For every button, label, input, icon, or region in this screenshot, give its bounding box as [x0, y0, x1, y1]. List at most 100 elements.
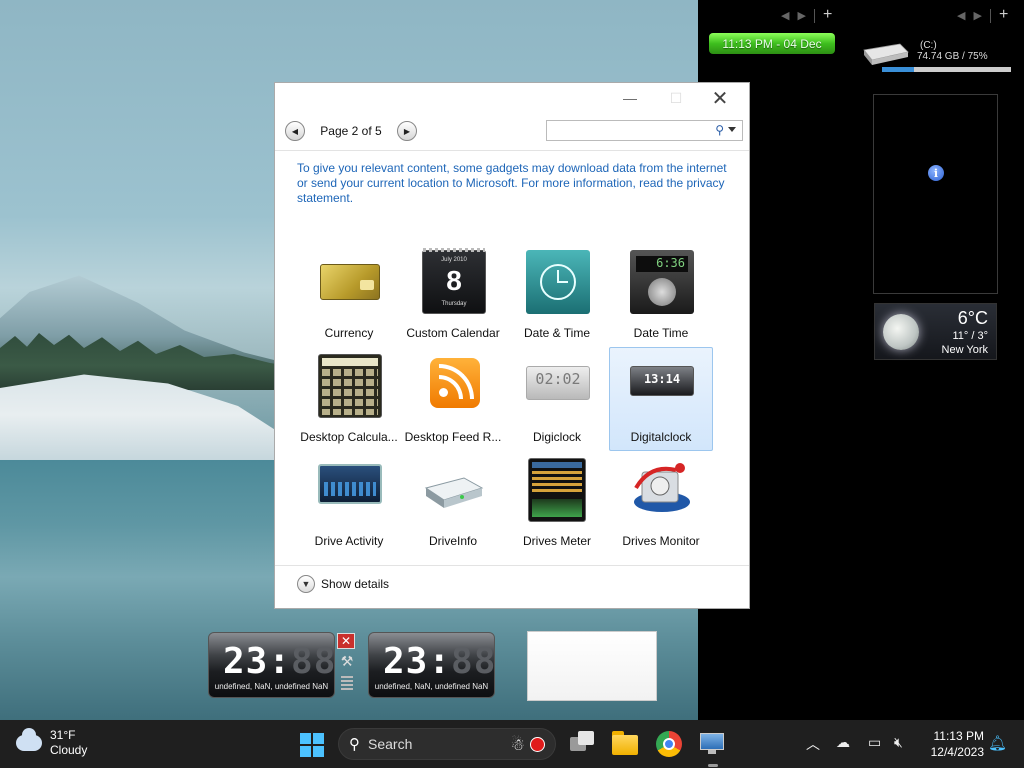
show-details-label: Show details: [321, 577, 390, 591]
header-divider: [275, 150, 749, 151]
close-button[interactable]: ✕: [705, 87, 735, 110]
gadgets-app-button[interactable]: [700, 731, 726, 757]
chevron-down-icon[interactable]: ▼: [297, 575, 315, 593]
monitor-icon: [700, 733, 724, 750]
gadget-search-input[interactable]: ⚲: [546, 120, 743, 141]
gadget-tile-date-time[interactable]: 6:36 Date Time: [609, 243, 713, 347]
chrome-icon: [663, 738, 675, 750]
gadget-tile-digiclock[interactable]: 02:02 Digiclock: [505, 347, 609, 451]
sidebar-clock-text: 11:13 PM - 04 Dec: [722, 36, 822, 51]
next-arrow-icon[interactable]: ▶: [973, 9, 981, 23]
gadget-name: Digiclock: [532, 430, 581, 444]
volume-muted-icon[interactable]: 🔇︎: [894, 734, 903, 751]
sidebar-nav-right: ◀ ▶ +: [957, 7, 1008, 23]
clock-digits: 23:88: [223, 641, 337, 682]
window-titlebar[interactable]: ― ☐ ✕: [275, 83, 749, 113]
moon-icon: [883, 314, 919, 350]
gadget-name: Date & Time: [523, 326, 591, 340]
network-icon[interactable]: ▭: [868, 734, 881, 751]
weather-temperature: 6°C: [957, 308, 988, 328]
cloud-icon: [16, 728, 42, 751]
task-view-button[interactable]: [570, 731, 596, 757]
gadget-tile-custom-calendar[interactable]: July 2010 8 Thursday Custom Calendar: [401, 243, 505, 347]
sidebar-clock-gadget[interactable]: 11:13 PM - 04 Dec: [709, 33, 835, 54]
clock-date: undefined, NaN, undefined NaN: [374, 682, 489, 691]
gadget-gallery-window: ― ☐ ✕ ◀ Page 2 of 5 ▶ ⚲ To give you rele…: [274, 82, 750, 609]
gadget-name: Digitalclock: [630, 430, 692, 444]
digital-clock-gadget[interactable]: 23:88 undefined, NaN, undefined NaN: [368, 632, 495, 698]
prev-arrow-icon[interactable]: ◀: [957, 9, 965, 23]
notification-bell-icon[interactable]: 🔔︎: [988, 734, 1007, 752]
taskbar-time: 11:13 PM: [933, 729, 984, 743]
file-explorer-button[interactable]: [612, 731, 638, 757]
calendar-day: 8: [446, 265, 462, 296]
next-arrow-icon[interactable]: ▶: [797, 9, 805, 23]
digitalclock-icon: 13:14: [630, 366, 694, 396]
calendar-month: July 2010: [441, 257, 467, 263]
gadget-name: Desktop Calcula...: [300, 430, 398, 444]
gadget-tile-driveinfo[interactable]: DriveInfo: [401, 451, 505, 555]
search-dropdown-icon[interactable]: [728, 127, 736, 132]
blank-white-gadget[interactable]: [527, 631, 657, 701]
prev-arrow-icon[interactable]: ◀: [781, 9, 789, 23]
add-gadget-icon[interactable]: +: [999, 7, 1008, 23]
taskbar-weather-temp: 31°F: [50, 728, 76, 742]
clock-digits: 23:88: [383, 641, 497, 682]
wrench-icon[interactable]: ⚒: [337, 653, 357, 670]
clock-date: undefined, NaN, undefined NaN: [214, 682, 329, 691]
gadget-name: Desktop Feed R...: [404, 430, 502, 444]
search-icon[interactable]: ⚲: [715, 123, 724, 137]
chevron-up-icon[interactable]: ︿: [806, 734, 820, 754]
hard-drive-icon: [863, 43, 909, 65]
gadget-tile-drive-activity[interactable]: Drive Activity: [297, 451, 401, 555]
maximize-button: ☐: [669, 89, 683, 106]
next-page-button[interactable]: ▶: [397, 121, 417, 141]
calendar-weekday: Thursday: [441, 301, 467, 307]
chrome-button[interactable]: [656, 731, 682, 757]
digiclock-icon: 02:02: [526, 366, 590, 400]
gadget-name: DriveInfo: [428, 534, 478, 548]
weather-range: 11° / 3°: [952, 330, 988, 342]
gadget-name: Drives Monitor: [622, 534, 700, 548]
gadget-tile-drives-monitor[interactable]: Drives Monitor: [609, 451, 713, 555]
drive-activity-icon: [318, 464, 382, 504]
onedrive-icon[interactable]: ☁: [836, 734, 850, 751]
drive-gadget[interactable]: (C:) 74.74 GB / 75%: [858, 38, 1018, 78]
add-gadget-icon[interactable]: +: [823, 7, 832, 23]
previous-page-button[interactable]: ◀: [285, 121, 305, 141]
gadget-tile-desktop-calculator[interactable]: Desktop Calcula...: [297, 347, 401, 451]
gadget-name: Drives Meter: [522, 534, 591, 548]
gadget-name: Date Time: [633, 326, 689, 340]
gadget-tile-date-and-time[interactable]: Date & Time: [505, 243, 609, 347]
start-button[interactable]: [300, 733, 324, 757]
taskbar-weather-widget[interactable]: 31°F Cloudy: [16, 728, 87, 758]
digital-clock-gadget[interactable]: 23:88 undefined, NaN, undefined NaN: [208, 632, 335, 698]
sidebar-nav-left: ◀ ▶ +: [781, 7, 832, 23]
weather-gadget[interactable]: 6°C 11° / 3° New York: [874, 303, 997, 360]
page-indicator: Page 2 of 5: [320, 124, 382, 138]
search-icon: ⚲: [349, 736, 360, 753]
nav-separator: [813, 9, 815, 23]
taskbar-weather-desc: Cloudy: [50, 743, 88, 757]
drag-handle-icon[interactable]: [341, 676, 353, 692]
gadget-tile-drives-meter[interactable]: Drives Meter: [505, 451, 609, 555]
drive-usage-bar: [882, 67, 1011, 72]
privacy-notice[interactable]: To give you relevant content, some gadge…: [297, 161, 727, 206]
calculator-icon: [318, 354, 382, 418]
minimize-button[interactable]: ―: [615, 87, 645, 109]
footer-divider: [275, 565, 749, 566]
folder-icon: [612, 735, 638, 755]
gadget-tile-desktop-feed-reader[interactable]: Desktop Feed R...: [401, 347, 505, 451]
close-gadget-icon[interactable]: ✕: [337, 633, 355, 649]
gingerbread-icon: ☃: [510, 737, 525, 754]
drives-monitor-icon: [634, 463, 690, 512]
gadget-name: Currency: [324, 326, 374, 340]
info-icon[interactable]: i: [928, 165, 944, 181]
empty-gadget-panel[interactable]: i: [873, 94, 998, 294]
taskbar-clock[interactable]: 11:13 PM 12/4/2023: [920, 728, 984, 760]
taskbar-search-label: Search: [368, 736, 413, 752]
taskbar-search-box[interactable]: ⚲ Search ☃: [338, 728, 556, 760]
show-details-toggle[interactable]: ▼ Show details: [297, 575, 389, 593]
gadget-tile-digitalclock[interactable]: 13:14 Digitalclock: [609, 347, 713, 451]
gadget-tile-currency[interactable]: Currency: [297, 243, 401, 347]
